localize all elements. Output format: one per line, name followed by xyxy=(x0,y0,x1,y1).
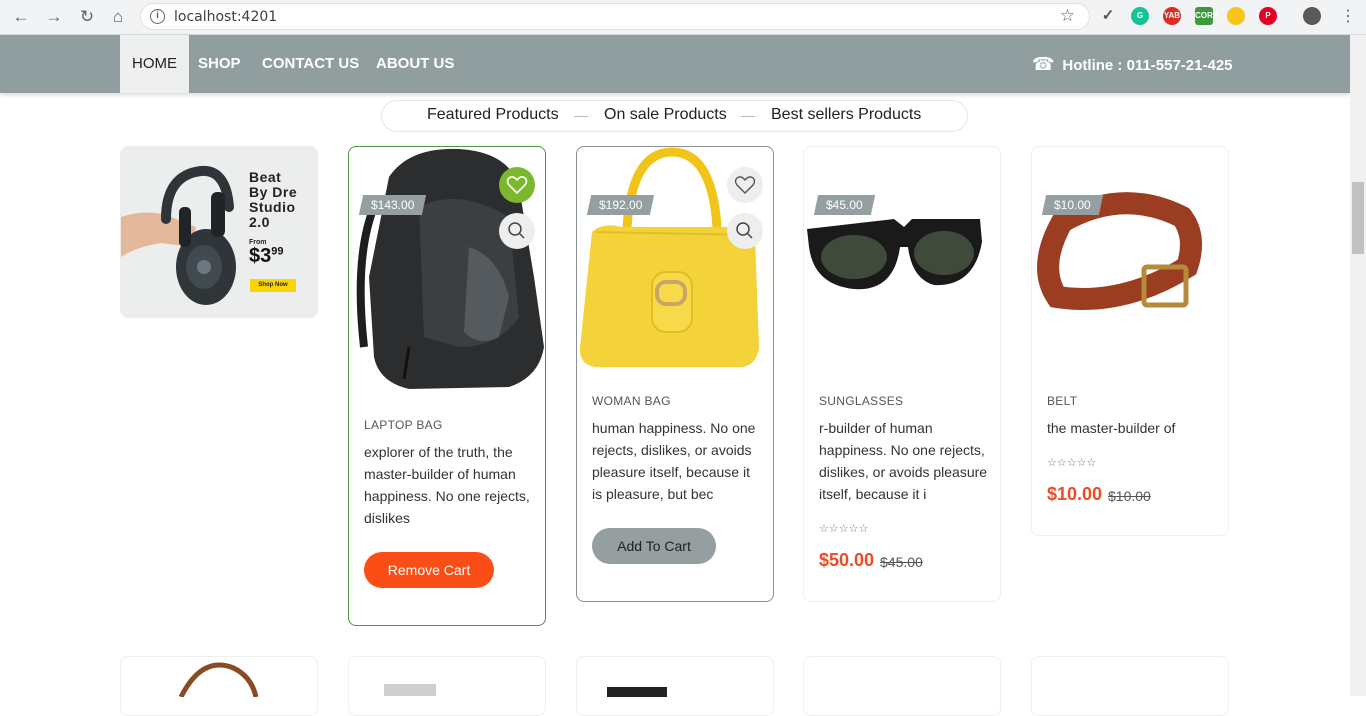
hotline: ☎ Hotline : 011-557-21-425 xyxy=(1032,35,1233,93)
original-price: $10.00 xyxy=(1108,488,1151,504)
price-tag: $192.00 xyxy=(586,195,655,215)
magnifier-icon xyxy=(508,222,525,239)
tab-separator xyxy=(741,116,755,117)
belt-image xyxy=(1037,192,1202,310)
banner-line1: Beat xyxy=(249,169,282,185)
product-card[interactable] xyxy=(803,656,1001,716)
banner-price-cents: 99 xyxy=(271,245,284,258)
product-card[interactable]: $143.00 LAPTOP BAG explorer of the truth… xyxy=(348,146,546,626)
product-card[interactable]: $45.00 SUNGLASSES r-builder of human hap… xyxy=(803,146,1001,602)
nav-contact-us[interactable]: CONTACT US xyxy=(262,35,359,93)
moon-icon[interactable] xyxy=(1227,7,1245,25)
product-card[interactable] xyxy=(1031,656,1229,716)
wishlist-button[interactable] xyxy=(499,167,535,203)
cors-icon[interactable]: CORS xyxy=(1195,7,1218,25)
device-image xyxy=(384,684,436,696)
profile-avatar[interactable] xyxy=(1303,7,1321,25)
browser-toolbar: ← → ↻ ⌂ i localhost:4201 ☆ ✓ G YAB CORS … xyxy=(0,0,1366,35)
back-icon[interactable]: ← xyxy=(9,6,33,28)
nav-about-us[interactable]: ABOUT US xyxy=(376,35,454,93)
site-navbar: HOME SHOP CONTACT US ABOUT US ☎ Hotline :… xyxy=(0,35,1350,93)
banner-line4: 2.0 xyxy=(249,214,270,230)
original-price: $45.00 xyxy=(880,554,923,570)
scrollbar-thumb[interactable] xyxy=(1352,182,1364,254)
device-image xyxy=(607,687,667,697)
product-description: human happiness. No one rejects, dislike… xyxy=(592,420,756,502)
tab-best-sellers-products[interactable]: Best sellers Products xyxy=(771,106,921,124)
nav-home[interactable]: HOME xyxy=(120,35,189,93)
product-description: r-builder of human happiness. No one rej… xyxy=(819,420,988,502)
price-tag-text: $10.00 xyxy=(1054,198,1091,212)
quick-view-button[interactable] xyxy=(727,213,763,249)
bag-image xyxy=(178,662,259,699)
tab-on-sale-products[interactable]: On sale Products xyxy=(604,106,727,124)
price-tag: $45.00 xyxy=(813,195,875,215)
sale-price: $10.00 xyxy=(1047,484,1103,504)
banner-price-main: $3 xyxy=(249,245,272,267)
price-tag-text: $143.00 xyxy=(371,198,415,212)
url-text[interactable]: localhost:4201 xyxy=(174,9,277,25)
product-category: LAPTOP BAG xyxy=(364,418,443,432)
phone-icon: ☎ xyxy=(1032,54,1055,74)
product-card[interactable] xyxy=(120,656,318,716)
price-tag: $143.00 xyxy=(358,195,427,215)
eyedropper-icon[interactable]: ✓ xyxy=(1099,7,1117,25)
reload-icon[interactable]: ↻ xyxy=(75,6,99,28)
headphones-image xyxy=(121,165,236,305)
sale-price: $50.00 xyxy=(819,550,875,570)
product-card[interactable]: $192.00 WOMAN BAG human happiness. No on… xyxy=(576,146,774,602)
banner-price: $399 xyxy=(249,245,284,268)
rating-stars: ☆☆☆☆☆ xyxy=(1047,457,1097,469)
product-card[interactable] xyxy=(348,656,546,716)
tab-featured-products[interactable]: Featured Products xyxy=(427,106,559,124)
product-category: BELT xyxy=(1047,394,1078,408)
page-scrollbar[interactable] xyxy=(1350,35,1366,696)
price-tag: $10.00 xyxy=(1041,195,1103,215)
product-card[interactable]: $10.00 BELT the master-builder of ☆☆☆☆☆ … xyxy=(1031,146,1229,536)
banner-line3: Studio xyxy=(249,199,296,215)
forward-icon[interactable]: → xyxy=(42,6,66,28)
heart-icon xyxy=(506,176,528,195)
product-tabs: Featured Products On sale Products Best … xyxy=(381,100,968,132)
product-description: explorer of the truth, the master-builde… xyxy=(364,444,530,526)
pinterest-icon[interactable]: P xyxy=(1259,7,1277,25)
price-tag-text: $192.00 xyxy=(599,198,643,212)
promo-banner[interactable]: Beat By Dre Studio 2.0 From $399 Shop No… xyxy=(120,146,318,318)
grammarly-icon[interactable]: G xyxy=(1131,7,1149,25)
sunglasses-image xyxy=(807,219,982,290)
nav-shop[interactable]: SHOP xyxy=(198,35,241,93)
heart-icon xyxy=(734,176,756,194)
bookmark-star-icon[interactable]: ☆ xyxy=(1060,6,1075,26)
banner-line2: By Dre xyxy=(249,184,298,200)
site-info-icon[interactable]: i xyxy=(150,9,165,24)
product-card[interactable] xyxy=(576,656,774,716)
home-icon[interactable]: ⌂ xyxy=(106,6,130,28)
add-to-cart-button[interactable]: Add To Cart xyxy=(592,528,716,564)
price-tag-text: $45.00 xyxy=(826,198,863,212)
shop-now-button[interactable]: Shop Now xyxy=(250,279,296,292)
address-bar[interactable]: i localhost:4201 ☆ xyxy=(140,3,1090,30)
product-category: SUNGLASSES xyxy=(819,394,904,408)
product-description: the master-builder of xyxy=(1047,420,1176,436)
hotline-text: Hotline : 011-557-21-425 xyxy=(1062,57,1233,74)
magnifier-icon xyxy=(736,222,753,239)
rating-stars: ☆☆☆☆☆ xyxy=(819,523,869,535)
product-category: WOMAN BAG xyxy=(592,394,671,408)
quick-view-button[interactable] xyxy=(499,213,535,249)
yab-icon[interactable]: YAB xyxy=(1163,7,1181,25)
menu-dots-icon[interactable]: ⋮ xyxy=(1340,6,1356,26)
tab-separator xyxy=(574,116,588,117)
wishlist-button[interactable] xyxy=(727,167,763,203)
remove-cart-button[interactable]: Remove Cart xyxy=(364,552,494,588)
